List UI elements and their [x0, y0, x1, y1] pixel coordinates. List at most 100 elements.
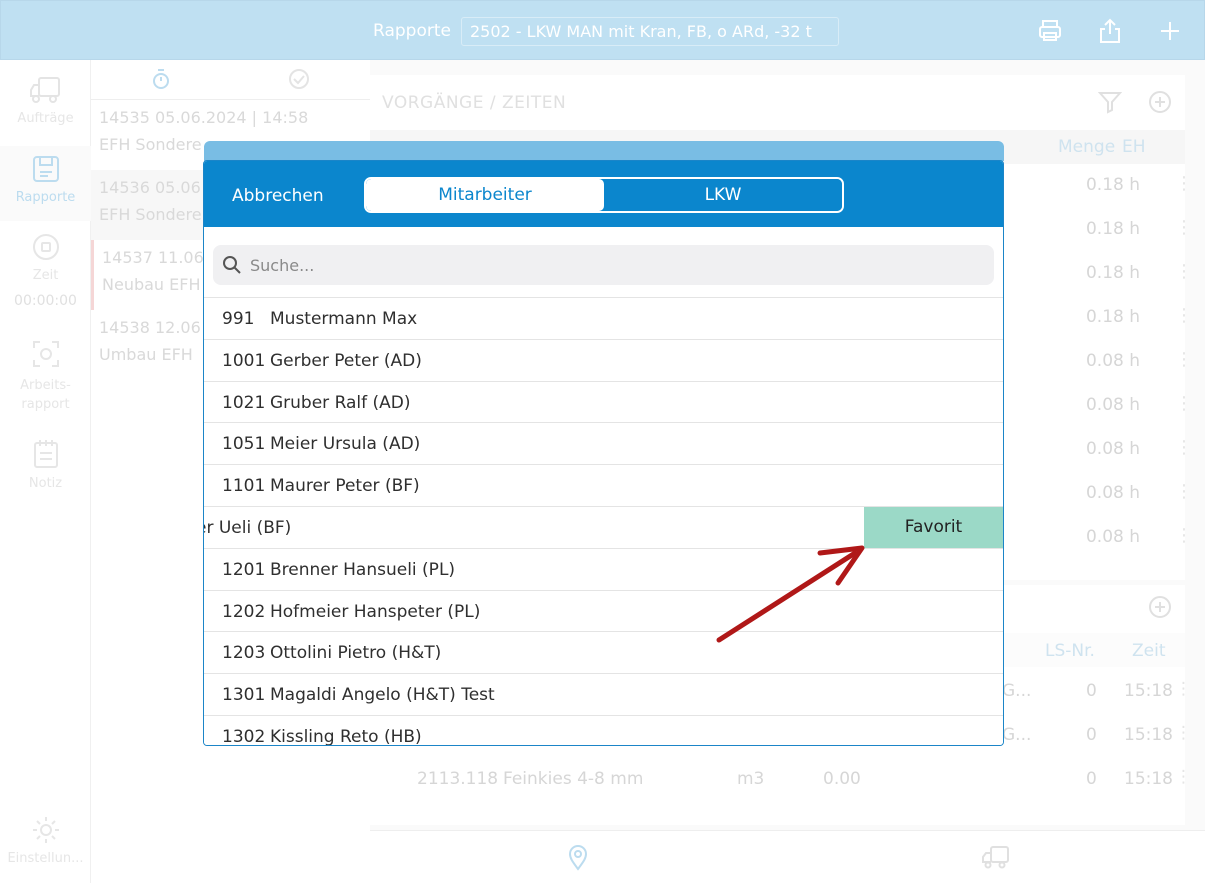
employee-id: 1051	[222, 434, 266, 455]
employee-id: 1021	[222, 392, 266, 413]
modal-header: Abbrechen Mitarbeiter LKW	[204, 161, 1003, 227]
add-circle-icon[interactable]	[1148, 90, 1172, 118]
col-zeit: Zeit	[1132, 641, 1166, 661]
page-title: Rapporte	[373, 21, 451, 41]
cell-time: 15:18	[1124, 769, 1173, 789]
table-row[interactable]: 2113.118 Feinkies 4-8 mm m3 0.00 0 15:18…	[370, 765, 1192, 805]
gear-icon	[32, 817, 59, 843]
list-item[interactable]: 1301 Magaldi Angelo (H&T) Test	[204, 674, 1003, 716]
employee-picker-modal: Abbrechen Mitarbeiter LKW 991 Mustermann…	[203, 160, 1004, 746]
col-eh: EH	[1122, 137, 1146, 157]
employee-id: 1202	[222, 601, 266, 622]
location-pin-icon[interactable]	[567, 845, 589, 875]
add-circle-icon[interactable]	[1148, 595, 1172, 623]
favorite-button[interactable]: Favorit	[864, 506, 1003, 548]
search-icon	[223, 256, 241, 274]
more-icon[interactable]: ⋮	[1175, 481, 1193, 502]
more-icon[interactable]: ⋮	[1175, 679, 1192, 699]
row-quantity: 0.08 h	[1085, 351, 1140, 371]
cell-ls: 0	[1086, 725, 1097, 745]
sidebar-item-label: Notiz	[28, 476, 63, 491]
employee-id: 1302	[222, 726, 266, 746]
more-icon[interactable]: ⋮	[1175, 525, 1193, 546]
more-icon[interactable]: ⋮	[1175, 305, 1193, 326]
scan-icon	[32, 341, 59, 367]
sidebar-item-label: Arbeits- rapport	[20, 378, 71, 412]
employee-name: Magaldi Angelo (H&T) Test	[270, 685, 495, 706]
cell-ls: 0	[1086, 681, 1097, 701]
sidebar-item-label: Zeit	[32, 268, 59, 283]
row-quantity: 0.18 h	[1085, 219, 1140, 239]
sidebar-item-settings[interactable]: Einstellun...	[0, 815, 91, 875]
tab-mitarbeiter[interactable]: Mitarbeiter	[366, 179, 604, 211]
row-quantity: 0.18 h	[1085, 307, 1140, 327]
row-quantity: 0.18 h	[1085, 263, 1140, 283]
stopwatch-icon[interactable]	[151, 68, 171, 94]
cancel-button[interactable]: Abbrechen	[232, 186, 324, 206]
more-icon[interactable]: ⋮	[1175, 173, 1193, 194]
list-item[interactable]: 1051 Meier Ursula (AD)	[204, 423, 1003, 466]
annotation-arrow-icon	[716, 545, 865, 643]
sidebar-item-zeit[interactable]: Zeit 00:00:00	[0, 232, 91, 322]
employee-name: Mustermann Max	[270, 309, 418, 329]
check-circle-icon[interactable]	[288, 68, 310, 94]
sidebar-item-label: Einstellun...	[7, 851, 84, 866]
record-icon	[32, 234, 59, 260]
row-quantity: 0.18 h	[1085, 175, 1140, 195]
list-item[interactable]: 991 Mustermann Max	[204, 298, 1003, 340]
employee-id: 1203	[222, 643, 266, 664]
printer-icon[interactable]	[1037, 18, 1063, 44]
list-item[interactable]: 1001 Gerber Peter (AD)	[204, 339, 1003, 382]
sidebar-item-rapporte[interactable]: Rapporte	[0, 146, 91, 221]
segmented-control: Mitarbeiter LKW	[364, 177, 844, 213]
employee-name: Gerber Peter (AD)	[270, 350, 422, 371]
list-item[interactable]: 1302 Kissling Reto (HB)	[204, 715, 1003, 746]
report-number-date: 14535 05.06.2024 | 14:58	[99, 108, 309, 127]
modal-backdrop-edge	[204, 141, 1004, 161]
sidebar: Aufträge Rapporte Zeit 00:00:00 Arbeits-…	[0, 60, 91, 883]
more-icon[interactable]: ⋮	[1175, 393, 1193, 414]
more-icon[interactable]: ⋮	[1175, 723, 1192, 743]
notepad-icon	[33, 440, 58, 468]
search-bar	[213, 245, 994, 285]
sidebar-item-notiz[interactable]: Notiz	[0, 438, 91, 498]
employee-id: 1201	[222, 559, 266, 580]
top-bar: Rapporte 2502 - LKW MAN mit Kran, FB, o …	[0, 0, 1205, 60]
sidebar-item-label: Aufträge	[17, 111, 74, 126]
row-quantity: 0.08 h	[1085, 395, 1140, 415]
search-input[interactable]	[248, 245, 988, 285]
list-item[interactable]: 1101 Maurer Peter (BF)	[204, 465, 1003, 507]
cell-desc: Feinkies 4-8 mm	[503, 769, 644, 789]
more-icon[interactable]: ⋮	[1175, 217, 1193, 238]
timer-value: 00:00:00	[14, 293, 77, 309]
filter-icon[interactable]	[1097, 90, 1123, 118]
cell-qty: 0.00	[823, 769, 861, 789]
cell-desc: G...	[1002, 725, 1032, 745]
list-item-swiped[interactable]: er Ueli (BF) Favorit	[204, 506, 1003, 549]
plus-icon[interactable]	[1157, 18, 1183, 44]
more-icon[interactable]: ⋮	[1175, 349, 1193, 370]
sidebar-item-auftraege[interactable]: Aufträge	[0, 75, 91, 155]
truck-icon	[29, 77, 60, 103]
employee-id: 1301	[222, 685, 266, 706]
more-icon[interactable]: ⋮	[1175, 261, 1193, 282]
list-item[interactable]: 1021 Gruber Ralf (AD)	[204, 381, 1003, 424]
list-item[interactable]: 1202 Hofmeier Hanspeter (PL)	[204, 590, 1003, 633]
list-header	[91, 60, 370, 100]
list-item[interactable]: 1201 Brenner Hansueli (PL)	[204, 548, 1003, 591]
tab-lkw[interactable]: LKW	[604, 179, 842, 211]
more-icon[interactable]: ⋮	[1175, 437, 1193, 458]
employee-name: Ottolini Pietro (H&T)	[270, 643, 442, 664]
share-icon[interactable]	[1097, 18, 1123, 44]
employee-id: 1101	[222, 476, 266, 497]
cell-ls: 0	[1086, 769, 1097, 789]
vehicle-selector[interactable]: 2502 - LKW MAN mit Kran, FB, o ARd, -32 …	[461, 17, 839, 46]
truck-icon[interactable]	[982, 845, 1010, 873]
col-ls-nr: LS-Nr.	[1045, 641, 1095, 661]
sidebar-item-arbeitsrapport[interactable]: Arbeits- rapport	[0, 338, 91, 428]
employee-list: 991 Mustermann Max 1001 Gerber Peter (AD…	[204, 298, 1003, 746]
employee-name: Kissling Reto (HB)	[270, 726, 422, 746]
employee-name: Meier Ursula (AD)	[270, 434, 421, 455]
list-item[interactable]: 1203 Ottolini Pietro (H&T)	[204, 632, 1003, 675]
more-icon[interactable]: ⋮	[1175, 767, 1192, 787]
